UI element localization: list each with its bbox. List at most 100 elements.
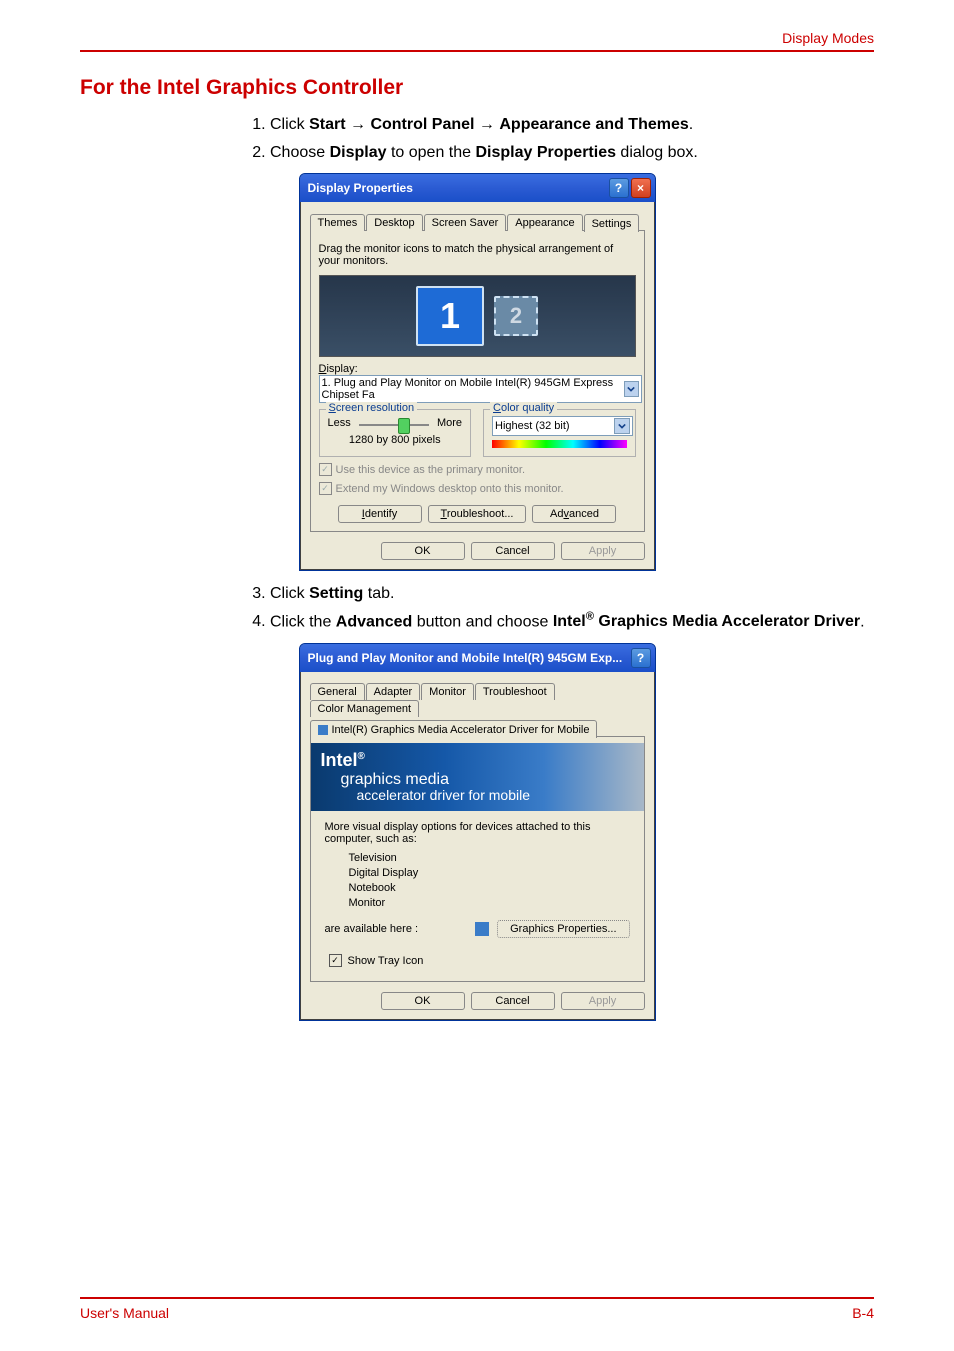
close-button[interactable]: × <box>631 178 651 198</box>
step-1-text: Click <box>270 116 309 133</box>
tab-monitor[interactable]: Monitor <box>421 683 474 700</box>
titlebar[interactable]: Plug and Play Monitor and Mobile Intel(R… <box>300 644 655 672</box>
body-text: More visual display options for devices … <box>325 821 630 845</box>
step-2-display: Display <box>330 144 387 161</box>
step-4-end: . <box>860 613 864 630</box>
step-4-pre: Click the <box>270 613 336 630</box>
monitor-arrangement[interactable]: 1 2 <box>319 275 636 357</box>
banner-line2: graphics media <box>321 771 634 789</box>
extend-desktop-checkbox: Extend my Windows desktop onto this moni… <box>319 482 636 495</box>
monitor-1-icon[interactable]: 1 <box>416 286 484 346</box>
primary-monitor-label: Use this device as the primary monitor. <box>336 464 526 476</box>
tab-intel-driver[interactable]: Intel(R) Graphics Media Accelerator Driv… <box>310 720 598 738</box>
tab-color-management[interactable]: Color Management <box>310 700 420 717</box>
titlebar[interactable]: Display Properties ? × <box>300 174 655 202</box>
show-tray-icon-checkbox[interactable]: Show Tray Icon <box>329 954 630 967</box>
more-label: More <box>437 417 462 429</box>
chevron-down-icon[interactable] <box>614 418 630 434</box>
step-4-advanced: Advanced <box>336 613 412 630</box>
available-here-label: are available here : <box>325 923 419 935</box>
tabs: General Adapter Monitor Troubleshoot Col… <box>310 682 645 736</box>
footer: User's Manual B-4 <box>80 1297 874 1321</box>
dialog-title: Plug and Play Monitor and Mobile Intel(R… <box>308 651 623 665</box>
intel-banner: Intel® graphics media accelerator driver… <box>311 743 644 812</box>
tab-troubleshoot[interactable]: Troubleshoot <box>475 683 555 700</box>
group-title-color: Color quality <box>490 402 557 414</box>
less-label: Less <box>328 417 351 429</box>
step-1-start: Start <box>309 116 345 133</box>
help-button[interactable]: ? <box>609 178 629 198</box>
help-button[interactable]: ? <box>631 648 651 668</box>
ok-button[interactable]: OK <box>381 542 465 560</box>
primary-monitor-checkbox: Use this device as the primary monitor. <box>319 463 636 476</box>
color-quality-value: Highest (32 bit) <box>495 420 570 432</box>
arrow: → <box>346 116 371 133</box>
slider-thumb[interactable] <box>398 418 410 434</box>
list-item: Television <box>349 852 630 864</box>
troubleshoot-button[interactable]: Troubleshoot... <box>428 505 527 523</box>
step-3: Click Setting tab. <box>270 581 874 607</box>
step-4-mid: button and choose <box>412 613 553 630</box>
step-2: Choose Display to open the Display Prope… <box>270 140 874 166</box>
resolution-slider[interactable] <box>359 424 429 426</box>
step-4: Click the Advanced button and choose Int… <box>270 609 874 635</box>
banner-line3: accelerator driver for mobile <box>321 788 634 803</box>
resolution-value: 1280 by 800 pixels <box>328 434 463 446</box>
display-properties-dialog: Display Properties ? × Themes Desktop Sc… <box>299 173 656 571</box>
color-quality-select[interactable]: Highest (32 bit) <box>492 416 633 436</box>
group-title-res: Screen resolution <box>326 402 418 414</box>
step-2-mid: to open the <box>387 144 476 161</box>
device-list: Television Digital Display Notebook Moni… <box>325 845 630 916</box>
apply-button: Apply <box>561 542 645 560</box>
section-title: For the Intel Graphics Controller <box>80 76 874 100</box>
graphics-properties-button[interactable]: Graphics Properties... <box>497 920 629 938</box>
period: . <box>689 116 693 133</box>
advanced-button[interactable]: Advanced <box>532 505 616 523</box>
ok-button[interactable]: OK <box>381 992 465 1010</box>
color-bar <box>492 440 627 448</box>
show-tray-label: Show Tray Icon <box>348 955 424 967</box>
step-3-setting: Setting <box>309 585 363 602</box>
step-2-end: dialog box. <box>616 144 698 161</box>
tab-appearance[interactable]: Appearance <box>507 214 582 231</box>
footer-left: User's Manual <box>80 1305 169 1321</box>
display-icon <box>475 922 489 936</box>
step-3-pre: Click <box>270 585 309 602</box>
tab-intel-driver-label: Intel(R) Graphics Media Accelerator Driv… <box>332 724 590 736</box>
arrow: → <box>474 116 499 133</box>
step-3-end: tab. <box>363 585 394 602</box>
dialog-title: Display Properties <box>308 181 413 195</box>
display-select-value: 1. Plug and Play Monitor on Mobile Intel… <box>322 377 625 401</box>
extend-desktop-label: Extend my Windows desktop onto this moni… <box>336 483 564 495</box>
step-2-text: Choose <box>270 144 330 161</box>
intel-tab-icon <box>318 725 328 735</box>
list-item: Monitor <box>349 897 630 909</box>
intel-driver-dialog: Plug and Play Monitor and Mobile Intel(R… <box>299 643 656 1022</box>
identify-button[interactable]: Identify <box>338 505 422 523</box>
tab-general[interactable]: General <box>310 683 365 700</box>
checkbox-icon[interactable] <box>329 954 342 967</box>
step-1: Click Start → Control Panel → Appearance… <box>270 112 874 138</box>
chevron-down-icon[interactable] <box>624 381 638 397</box>
tab-adapter[interactable]: Adapter <box>366 683 421 700</box>
tab-themes[interactable]: Themes <box>310 214 366 231</box>
intel-logo: Intel® <box>321 751 634 771</box>
step-1-appearance: Appearance and Themes <box>499 116 688 133</box>
step-1-cp: Control Panel <box>370 116 474 133</box>
header-rule <box>80 50 874 52</box>
screen-resolution-group: Screen resolution Less More 1280 by 800 … <box>319 409 472 457</box>
cancel-button[interactable]: Cancel <box>471 542 555 560</box>
tab-settings[interactable]: Settings <box>584 214 640 232</box>
display-label: Display: <box>319 363 636 375</box>
registered-mark: ® <box>586 611 594 623</box>
monitor-2-icon[interactable]: 2 <box>494 296 538 336</box>
color-quality-group: Color quality Highest (32 bit) <box>483 409 636 457</box>
tab-screensaver[interactable]: Screen Saver <box>424 214 507 231</box>
page-number: B-4 <box>852 1305 874 1321</box>
cancel-button[interactable]: Cancel <box>471 992 555 1010</box>
list-item: Digital Display <box>349 867 630 879</box>
step-4-driver: Graphics Media Accelerator Driver <box>594 613 860 630</box>
header-right: Display Modes <box>80 30 874 46</box>
tab-desktop[interactable]: Desktop <box>366 214 422 231</box>
display-select[interactable]: 1. Plug and Play Monitor on Mobile Intel… <box>319 375 642 403</box>
